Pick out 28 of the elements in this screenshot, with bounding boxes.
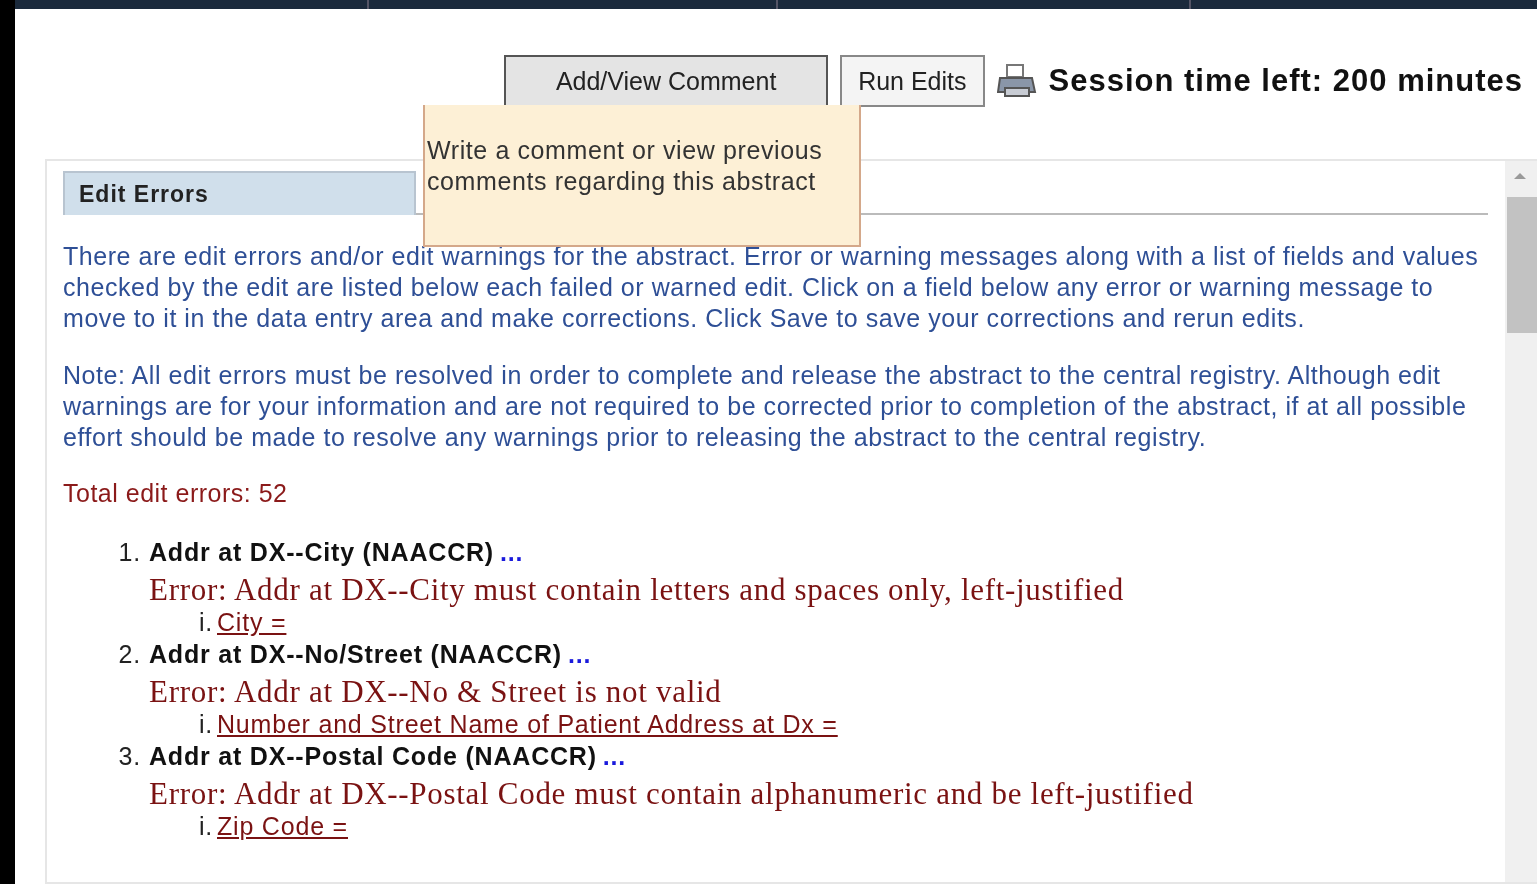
list-number: i. bbox=[197, 812, 213, 841]
error-message: Error: Addr at DX--City must contain letters and spaces only, left-justified bbox=[149, 572, 1125, 608]
list-number: i. bbox=[197, 710, 213, 739]
field-link[interactable]: Zip Code = bbox=[217, 812, 348, 841]
field-link[interactable]: Number and Street Name of Patient Address at Dx = bbox=[217, 710, 838, 739]
total-errors-text: Total edit errors: 52 bbox=[63, 479, 289, 508]
session-time-text: Session time left: 200 minutes bbox=[1048, 63, 1523, 99]
error-message: Error: Addr at DX--No & Street is not valid bbox=[149, 674, 723, 710]
more-link[interactable]: ... bbox=[567, 640, 592, 669]
field-link[interactable]: City = bbox=[217, 608, 287, 637]
edit-title: Addr at DX--Postal Code (NAACCR) bbox=[149, 742, 597, 771]
list-number: 1. bbox=[117, 538, 141, 567]
list-number: i. bbox=[197, 608, 213, 637]
list-number: 3. bbox=[117, 742, 141, 771]
printer-icon[interactable] bbox=[996, 62, 1037, 100]
toolbar-button[interactable]: Add/View Comment bbox=[504, 55, 829, 107]
scrollbar-thumb[interactable] bbox=[1507, 197, 1537, 333]
list-number: 2. bbox=[117, 640, 141, 669]
edit-title: Addr at DX--No/Street (NAACCR) bbox=[149, 640, 562, 669]
more-link[interactable]: ... bbox=[602, 742, 627, 771]
toolbar-button[interactable]: Run Edits bbox=[840, 55, 985, 107]
edit-title: Addr at DX--City (NAACCR) bbox=[149, 538, 494, 567]
error-message: Error: Addr at DX--Postal Code must contain alphanumeric and be left-justified bbox=[149, 776, 1195, 812]
edit-errors-tab[interactable]: Edit Errors bbox=[63, 171, 416, 215]
scrollbar[interactable] bbox=[1505, 161, 1537, 882]
tooltip: Write a comment or view previous comments regarding this abstract bbox=[423, 105, 861, 247]
instruction-paragraph: Note: All edit errors must be resolved in order to complete and release the abstract to the central registry. Although edit warnings are for your information and are not required to be corrected prior to completion of the abstract, if at all possible effort should be made to resolve any warnings prior to releasing the abstract to the central registry. bbox=[63, 360, 1468, 453]
more-link[interactable]: ... bbox=[500, 538, 524, 567]
